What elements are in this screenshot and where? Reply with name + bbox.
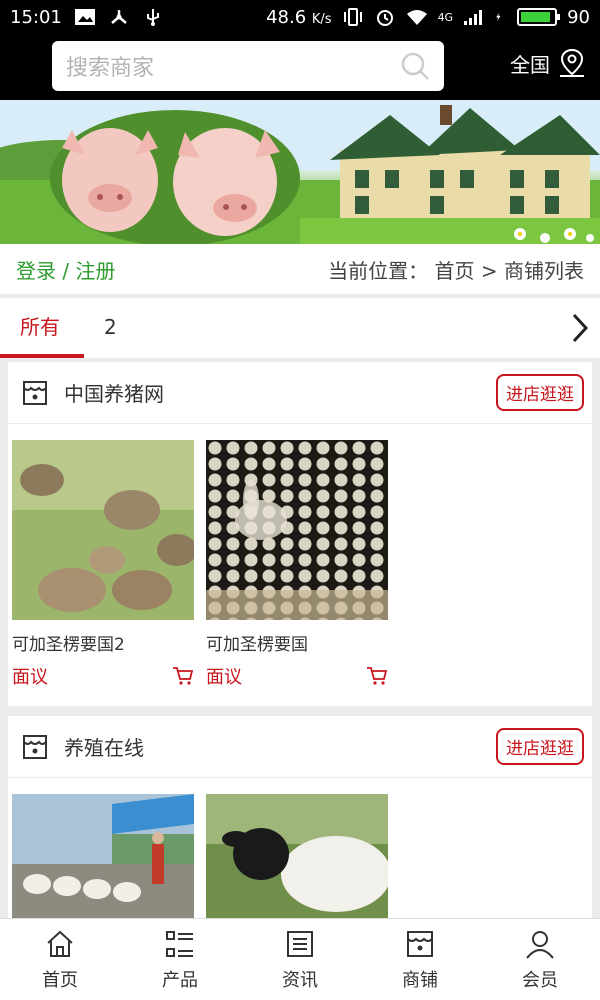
shop-name: 中国养猪网 — [64, 382, 164, 406]
product-card[interactable] — [12, 794, 194, 918]
nav-shops-label: 商铺 — [402, 969, 438, 991]
product-price: 面议 — [12, 667, 48, 688]
nav-shops[interactable]: 商铺 — [360, 919, 480, 1000]
product-name: 可加圣楞要国2 — [12, 635, 125, 655]
vibrate-icon — [343, 8, 362, 26]
tabs-next-button[interactable] — [560, 298, 600, 358]
cart-icon[interactable] — [366, 666, 388, 686]
usb-icon — [146, 9, 159, 26]
shop-icon — [23, 734, 47, 759]
product-name: 可加圣楞要国 — [206, 635, 308, 655]
cart-icon[interactable] — [172, 666, 194, 686]
product-card[interactable]: 可加圣楞要国 面议 — [206, 440, 388, 689]
list-icon — [166, 930, 193, 957]
tab-2[interactable]: 2 — [84, 298, 137, 358]
product-list: 可加圣楞要国2 面议 可加圣楞要国 面议 — [8, 424, 592, 689]
shop-card: 中国养猪网 进店逛逛 可加圣楞要国2 面议 可加圣楞要国 面议 — [8, 362, 592, 706]
status-bar: 15:01 48.6 K/s 4G 90 — [0, 0, 600, 34]
header: 搜索商家 全国 — [0, 34, 600, 100]
nav-products[interactable]: 产品 — [120, 919, 240, 1000]
battery-percent: 90 — [567, 6, 590, 28]
product-image-sheep-pen[interactable] — [12, 794, 194, 918]
shop-icon — [23, 380, 47, 405]
map-pin-icon — [560, 48, 584, 77]
home-icon — [47, 930, 73, 957]
region-label: 全国 — [510, 52, 550, 77]
product-list — [8, 778, 592, 918]
nav-news-label: 资讯 — [282, 969, 318, 991]
product-image-rabbits[interactable] — [12, 440, 194, 620]
region-selector[interactable]: 全国 — [510, 48, 586, 78]
banner-image — [0, 100, 600, 244]
status-time: 15:01 — [10, 6, 62, 28]
charging-icon — [496, 12, 501, 22]
shop-name: 养殖在线 — [64, 736, 144, 760]
product-card[interactable] — [206, 794, 388, 918]
image-notification-icon — [74, 9, 95, 25]
signal-icon — [464, 10, 483, 25]
bottom-nav: 首页 产品 资讯 商铺 会员 — [0, 918, 600, 1000]
network-type: 4G — [437, 10, 454, 24]
nav-news[interactable]: 资讯 — [240, 919, 360, 1000]
search-icon[interactable] — [400, 51, 430, 81]
network-share-icon — [111, 10, 127, 24]
nav-home[interactable]: 首页 — [0, 919, 120, 1000]
chevron-right-icon — [572, 313, 589, 343]
shop-card: 养殖在线 进店逛逛 — [8, 716, 592, 918]
info-bar: 登录 / 注册 当前位置： 首页 > 商铺列表 — [0, 244, 600, 294]
breadcrumb: 当前位置： 首页 > 商铺列表 — [328, 258, 584, 283]
search-input[interactable]: 搜索商家 — [52, 41, 444, 91]
news-icon — [287, 930, 313, 957]
product-image-rabbit-cage[interactable] — [206, 440, 388, 620]
shop-header: 养殖在线 进店逛逛 — [8, 716, 592, 778]
tab-bar: 所有 2 — [0, 298, 600, 358]
banner-illustration — [0, 100, 600, 244]
login-register-link[interactable]: 登录 / 注册 — [16, 255, 115, 284]
alarm-icon — [376, 10, 393, 26]
shop-header: 中国养猪网 进店逛逛 — [8, 362, 592, 424]
network-speed: 48.6 K/s — [266, 6, 332, 28]
wifi-icon — [406, 10, 427, 25]
battery-icon — [517, 8, 561, 26]
product-card[interactable]: 可加圣楞要国2 面议 — [12, 440, 194, 689]
nav-member[interactable]: 会员 — [480, 919, 600, 1000]
product-price: 面议 — [206, 667, 242, 688]
nav-member-label: 会员 — [522, 969, 558, 991]
search-placeholder: 搜索商家 — [66, 56, 155, 81]
shop-icon — [407, 930, 433, 957]
nav-products-label: 产品 — [162, 969, 198, 991]
user-icon — [526, 930, 554, 959]
visit-shop-button[interactable]: 进店逛逛 — [496, 728, 584, 765]
visit-shop-button[interactable]: 进店逛逛 — [496, 374, 584, 411]
product-image-sheep[interactable] — [206, 794, 388, 918]
tab-all[interactable]: 所有 — [0, 298, 84, 358]
nav-home-label: 首页 — [42, 969, 78, 991]
